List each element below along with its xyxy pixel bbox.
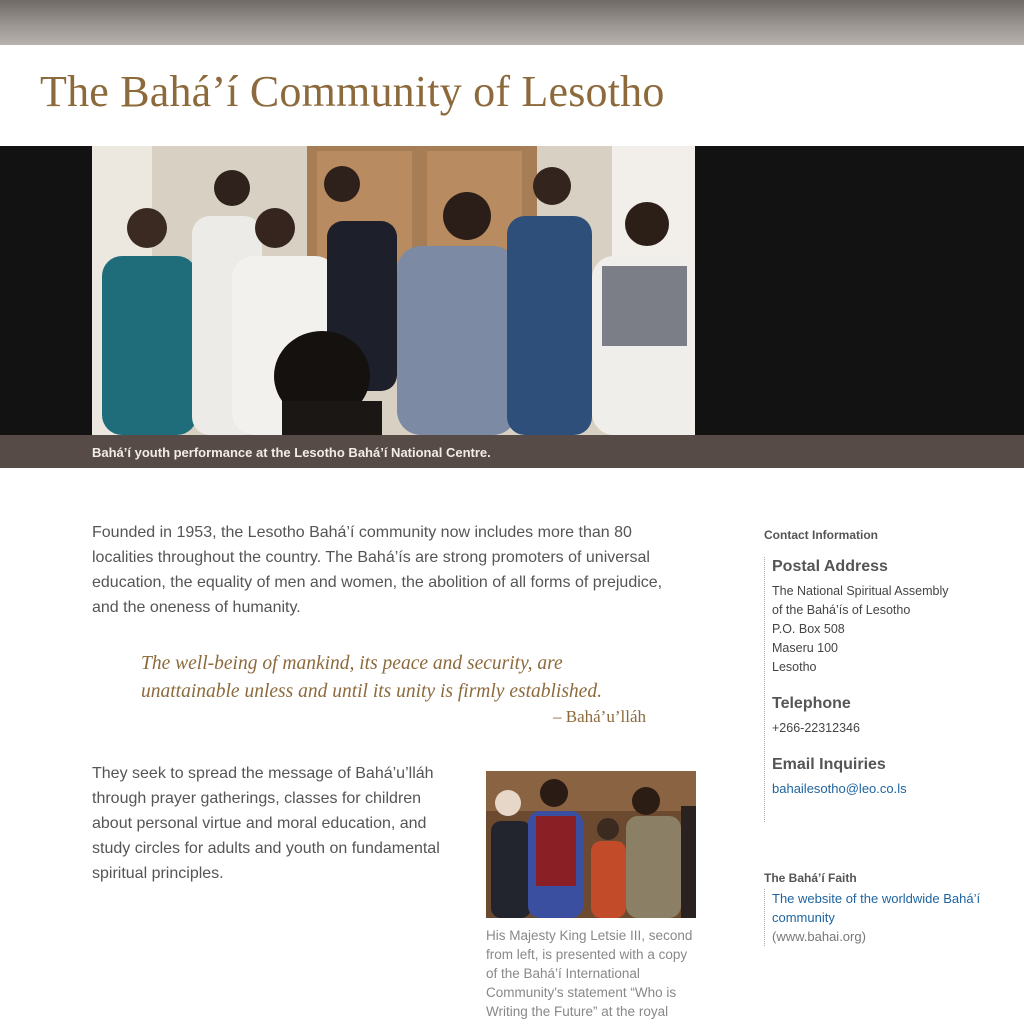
- site-title[interactable]: The Bahá’í Community of Lesotho: [40, 66, 665, 117]
- telephone-title: Telephone: [772, 695, 851, 712]
- king-letsie-caption: His Majesty King Letsie III, second from…: [486, 928, 693, 1019]
- hero-photo-illustration: [92, 146, 695, 435]
- quote-attribution: – Bahá’u’lláh: [553, 707, 646, 726]
- telephone-number: +266-22312346: [772, 721, 860, 735]
- contact-sidebar: Contact Information Postal Address The N…: [764, 528, 1004, 822]
- contact-block: Postal Address The National Spiritual As…: [764, 557, 1004, 822]
- faith-block: The website of the worldwide Bahá’í comm…: [764, 889, 1004, 946]
- hero-caption-bar: Bahá’í youth performance at the Lesotho …: [0, 435, 1024, 468]
- contact-heading: Contact Information: [764, 528, 878, 542]
- postal-line: of the Bahá’ís of Lesotho: [772, 603, 911, 617]
- postal-line: The National Spiritual Assembly: [772, 584, 949, 598]
- bahai-org-url: (www.bahai.org): [772, 929, 866, 944]
- email-link[interactable]: bahailesotho@leo.co.ls: [772, 779, 1004, 798]
- postal-line: Lesotho: [772, 660, 817, 674]
- activities-paragraph: They seek to spread the message of Bahá’…: [92, 765, 440, 882]
- king-letsie-photo-illustration: [486, 771, 696, 918]
- faith-heading: The Bahá’í Faith: [764, 871, 857, 885]
- postal-line: P.O. Box 508: [772, 622, 845, 636]
- email-title: Email Inquiries: [772, 756, 886, 773]
- hero-photo: [92, 146, 695, 435]
- hero-section: Bahá’í youth performance at the Lesotho …: [0, 146, 1024, 468]
- postal-title: Postal Address: [772, 558, 888, 575]
- hero-caption: Bahá’í youth performance at the Lesotho …: [92, 445, 491, 460]
- intro-paragraph: Founded in 1953, the Lesotho Bahá’í comm…: [92, 524, 663, 616]
- top-decorative-band: [0, 0, 1024, 45]
- postal-line: Maseru 100: [772, 641, 839, 655]
- king-letsie-photo: [486, 771, 696, 918]
- bahai-faith-section: The Bahá’í Faith The website of the worl…: [764, 871, 1004, 946]
- quote-text: The well-being of mankind, its peace and…: [141, 653, 602, 702]
- bahai-org-link[interactable]: The website of the worldwide Bahá’í comm…: [772, 889, 992, 927]
